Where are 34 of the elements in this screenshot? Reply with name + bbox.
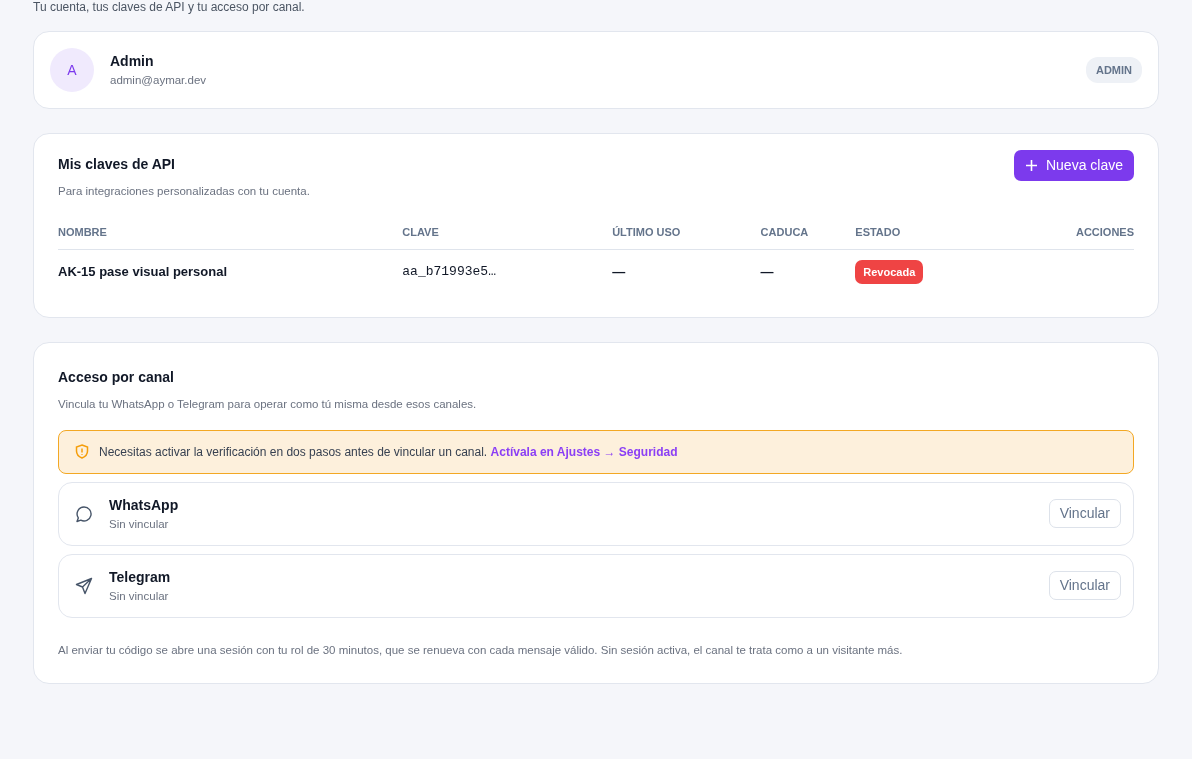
- new-key-button[interactable]: Nueva clave: [1013, 150, 1134, 181]
- column-header: ACCIONES: [1038, 216, 1134, 250]
- channel-name: WhatsApp: [109, 495, 180, 515]
- column-header: NOMBRE: [58, 216, 403, 250]
- link-button[interactable]: Vincular: [1048, 571, 1121, 601]
- settings-link[interactable]: Actívala en Ajustes → Seguridad: [490, 444, 678, 459]
- section-description: Para integraciones personalizadas con tu cuenta.: [58, 184, 310, 199]
- role-tag: ADMIN: [1085, 56, 1142, 84]
- key-value: aa_b71993e5…: [402, 249, 613, 294]
- send-icon: [75, 576, 93, 595]
- avatar: A: [50, 48, 94, 92]
- channel-status: Sin vincular: [109, 516, 170, 532]
- last-used: —: [612, 249, 761, 294]
- user-name: Admin: [110, 51, 155, 71]
- shield-icon: [75, 444, 89, 459]
- section-title: Acceso por canal: [58, 368, 175, 388]
- expiry-date: —: [760, 249, 856, 294]
- status-tag: Revocada: [855, 259, 924, 285]
- section-title: Mis claves de API: [58, 155, 176, 174]
- user-email: admin@aymar.dev: [110, 72, 208, 88]
- link-button[interactable]: Vincular: [1048, 499, 1121, 529]
- chat-bubble-icon: [75, 504, 93, 523]
- channel-name: Telegram: [109, 567, 172, 587]
- plus-icon: [1024, 159, 1038, 172]
- column-header: ESTADO: [855, 216, 1039, 250]
- footnote: Al enviar tu código se abre una sesión con tu rol de 30 minutos, que se renueva con cada mensaje válido. Sin sesión activa, el canal te trata como a un visitante más.: [58, 643, 904, 658]
- column-header: ÚLTIMO USO: [612, 216, 761, 250]
- key-name: AK-15 pase visual personal: [58, 249, 403, 294]
- page-subtitle: Tu cuenta, tus claves de API y tu acceso por canal.: [33, 0, 306, 16]
- channel-status: Sin vincular: [109, 588, 170, 604]
- column-header: CLAVE: [402, 216, 613, 250]
- alert-message: Necesitas activar la verificación en dos pasos antes de vincular un canal. Actívala en Ajustes → Seguridad: [99, 443, 678, 461]
- section-description: Vincula tu WhatsApp o Telegram para operar como tú misma desde esos canales.: [58, 397, 478, 413]
- column-header: CADUCA: [760, 216, 856, 250]
